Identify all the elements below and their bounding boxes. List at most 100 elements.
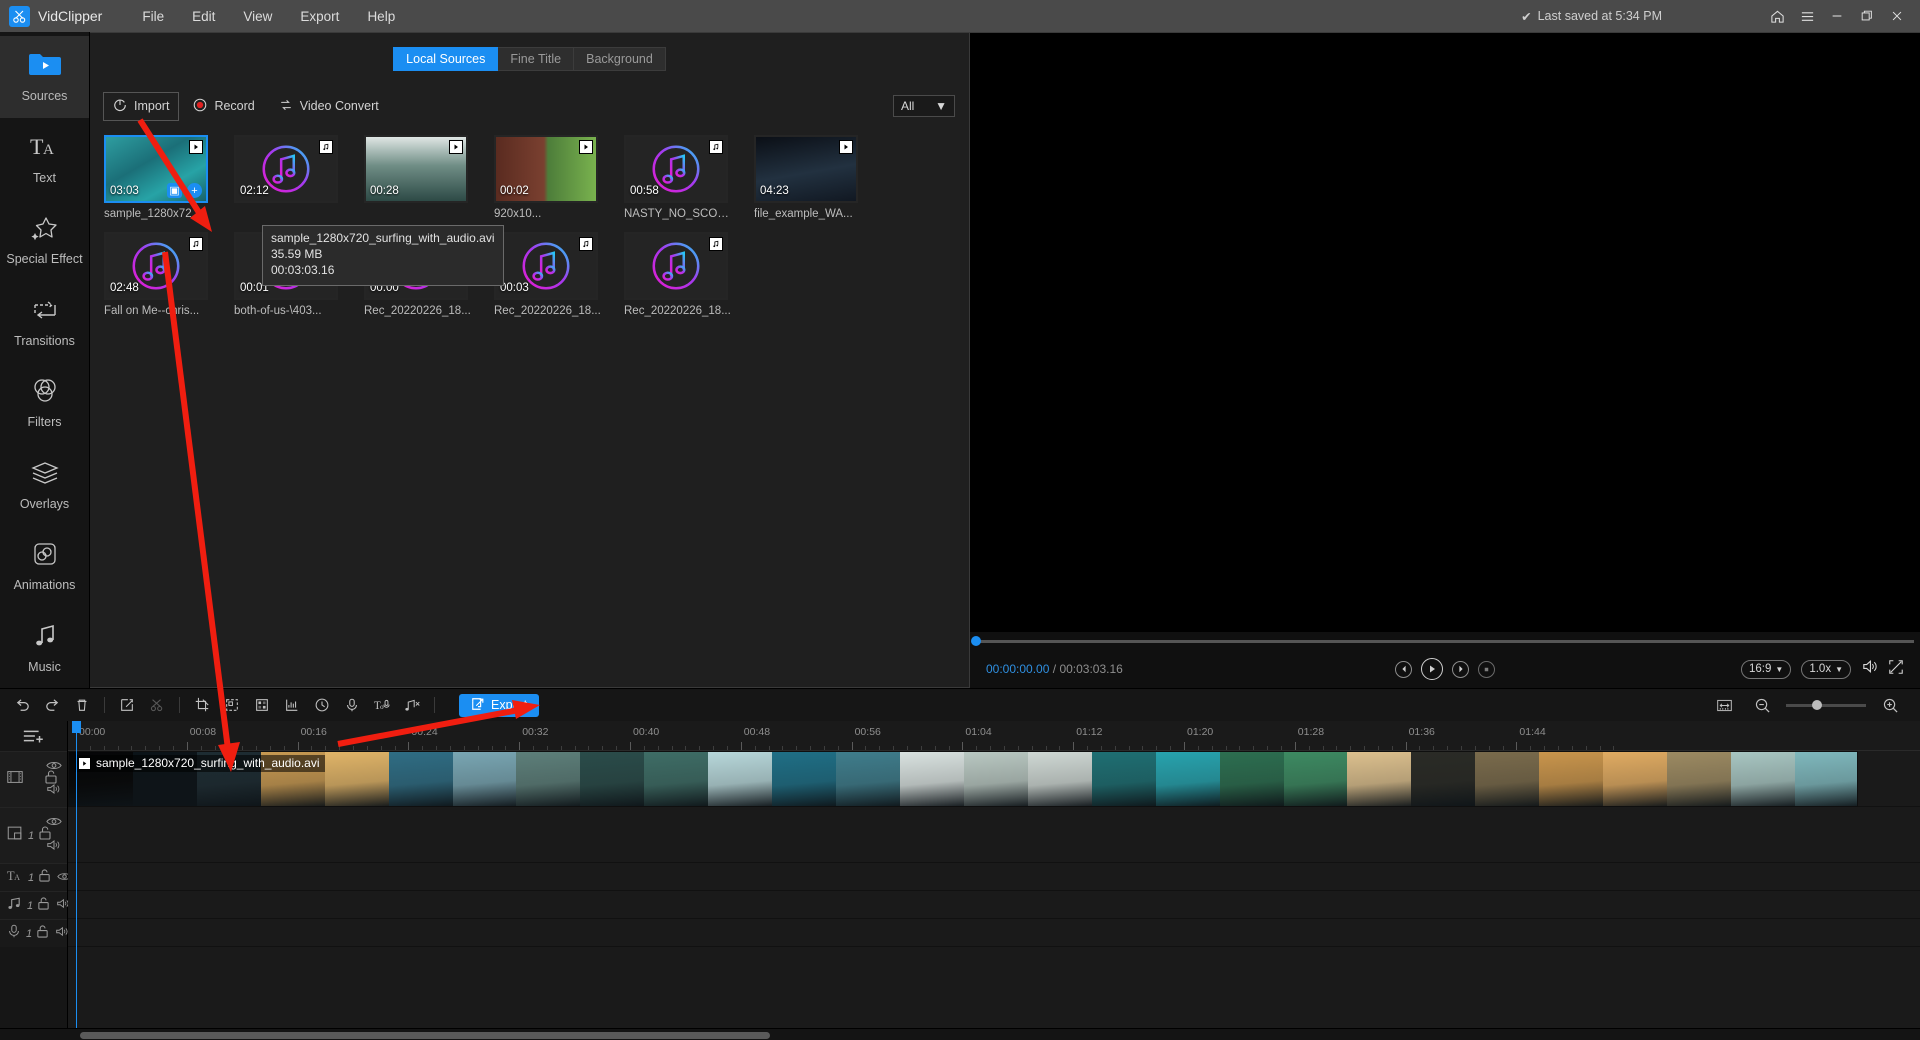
minimize-icon[interactable] (1822, 0, 1852, 32)
close-icon[interactable] (1882, 0, 1912, 32)
next-frame-button[interactable] (1452, 660, 1469, 678)
tab-fine-title[interactable]: Fine Title (498, 47, 575, 71)
export-button[interactable]: Export (459, 693, 540, 717)
speaker-icon[interactable] (46, 838, 62, 857)
zoom-slider-handle[interactable] (1812, 700, 1822, 710)
menu-export[interactable]: Export (286, 9, 353, 24)
media-item[interactable]: 02:12 (234, 135, 364, 220)
stop-button[interactable] (1478, 660, 1495, 678)
media-item[interactable]: 00:58 NASTY_NO_SCOP... (624, 135, 754, 220)
eye-icon[interactable] (46, 814, 62, 832)
track-music[interactable] (68, 891, 1920, 919)
play-button[interactable] (1421, 658, 1443, 680)
unlock-icon[interactable] (38, 868, 51, 888)
timeline-ruler[interactable]: 00:00 00:08 00:16 00:24 00:32 00:40 00:48 00:56… (68, 721, 1920, 751)
speaker-icon[interactable] (46, 782, 62, 801)
media-filter-dropdown[interactable]: All ▼ (893, 95, 955, 117)
sidebar-item-music[interactable]: Music (0, 607, 89, 689)
preview-media-icon[interactable]: ▣ (167, 183, 182, 198)
media-thumbnail[interactable]: 00:58 (624, 135, 728, 203)
add-to-timeline-icon[interactable]: + (187, 183, 202, 198)
undo-icon[interactable] (8, 692, 36, 718)
menu-view[interactable]: View (229, 9, 286, 24)
sidebar-item-transitions[interactable]: Transitions (0, 281, 89, 363)
menu-edit[interactable]: Edit (178, 9, 229, 24)
add-track-icon[interactable] (0, 721, 67, 751)
unlock-icon[interactable] (37, 896, 50, 916)
fit-timeline-icon[interactable] (1710, 692, 1738, 718)
menu-file[interactable]: File (128, 9, 178, 24)
audio-detach-icon[interactable] (398, 692, 426, 718)
sidebar-item-filters[interactable]: Filters (0, 362, 89, 444)
timeline-tracks-area[interactable]: 00:00 00:08 00:16 00:24 00:32 00:40 00:48 00:56… (68, 721, 1920, 1028)
media-item[interactable]: 00:03 Rec_20220226_18... (494, 232, 624, 317)
menu-help[interactable]: Help (353, 9, 409, 24)
volume-icon[interactable] (1861, 658, 1878, 680)
menu-icon[interactable] (1792, 0, 1822, 32)
preview-scrubber[interactable] (970, 632, 1920, 650)
media-thumbnail[interactable]: 04:23 (754, 135, 858, 203)
voiceover-icon[interactable] (338, 692, 366, 718)
playhead[interactable] (72, 721, 81, 1028)
track-text[interactable] (68, 863, 1920, 891)
media-item[interactable]: 00:28 (364, 135, 494, 220)
zoom-out-icon[interactable] (1748, 692, 1776, 718)
playback-speed-dropdown[interactable]: 1.0x ▼ (1801, 659, 1851, 679)
media-item[interactable]: Rec_20220226_18... (624, 232, 754, 317)
track-header-music[interactable]: 1 (0, 891, 69, 919)
resize-icon[interactable] (218, 692, 246, 718)
media-item[interactable]: 02:48 Fall on Me--chris... (104, 232, 234, 317)
tab-local-sources[interactable]: Local Sources (393, 47, 499, 71)
playhead-handle[interactable] (72, 721, 81, 733)
media-thumbnail[interactable]: 03:03 ▣ + (104, 135, 208, 203)
record-button[interactable]: Record (184, 93, 263, 120)
track-header-voice[interactable]: 1 (0, 919, 68, 947)
import-button[interactable]: Import (102, 91, 180, 121)
edit-icon[interactable] (113, 692, 141, 718)
media-thumbnail[interactable]: 02:12 (234, 135, 338, 203)
preview-stage[interactable] (970, 33, 1920, 632)
sidebar-item-special-effect[interactable]: Special Effect (0, 199, 89, 281)
preview-scrub-handle[interactable] (971, 636, 981, 646)
zoom-slider[interactable] (1786, 700, 1866, 710)
track-header-text[interactable]: TA 1 (0, 863, 72, 891)
media-thumbnail[interactable]: 00:28 (364, 135, 468, 203)
mosaic-icon[interactable] (248, 692, 276, 718)
media-thumbnail[interactable] (624, 232, 728, 300)
fullscreen-icon[interactable] (1888, 659, 1904, 680)
media-thumbnail[interactable]: 02:48 (104, 232, 208, 300)
delete-icon[interactable] (68, 692, 96, 718)
home-icon[interactable] (1762, 0, 1792, 32)
media-item[interactable]: 00:02 920x10... (494, 135, 624, 220)
media-item[interactable]: 03:03 ▣ + sample_1280x72... (104, 135, 234, 220)
aspect-ratio-dropdown[interactable]: 16:9 ▼ (1741, 659, 1792, 679)
audio-level-icon[interactable] (278, 692, 306, 718)
text-to-speech-icon[interactable]: To (368, 692, 396, 718)
track-video[interactable]: sample_1280x720_surfing_with_audio.avi (68, 751, 1920, 807)
sidebar-item-text[interactable]: TA Text (0, 118, 89, 200)
speed-icon[interactable] (308, 692, 336, 718)
media-item[interactable]: 04:23 file_example_WA... (754, 135, 884, 220)
track-voice[interactable] (68, 919, 1920, 947)
crop-icon[interactable] (188, 692, 216, 718)
media-thumbnail[interactable]: 00:02 (494, 135, 598, 203)
track-header-pip[interactable]: 1 (0, 807, 67, 863)
cut-icon[interactable] (143, 692, 171, 718)
track-pip[interactable] (68, 807, 1920, 863)
redo-icon[interactable] (38, 692, 66, 718)
sidebar-item-sources[interactable]: Sources (0, 36, 89, 118)
tab-background[interactable]: Background (574, 47, 666, 71)
zoom-in-icon[interactable] (1876, 692, 1904, 718)
media-thumbnail[interactable]: 00:03 (494, 232, 598, 300)
video-convert-button[interactable]: Video Convert (270, 93, 388, 120)
eye-icon[interactable] (46, 758, 62, 776)
unlock-icon[interactable] (36, 924, 49, 944)
scrollbar-thumb[interactable] (80, 1032, 770, 1039)
timeline-clip[interactable]: sample_1280x720_surfing_with_audio.avi (68, 751, 1858, 807)
sidebar-item-animations[interactable]: Animations (0, 525, 89, 607)
prev-frame-button[interactable] (1395, 660, 1412, 678)
sidebar-item-overlays[interactable]: Overlays (0, 444, 89, 526)
track-header-video[interactable] (0, 751, 67, 807)
restore-icon[interactable] (1852, 0, 1882, 32)
timeline-horizontal-scrollbar[interactable] (0, 1028, 1920, 1040)
